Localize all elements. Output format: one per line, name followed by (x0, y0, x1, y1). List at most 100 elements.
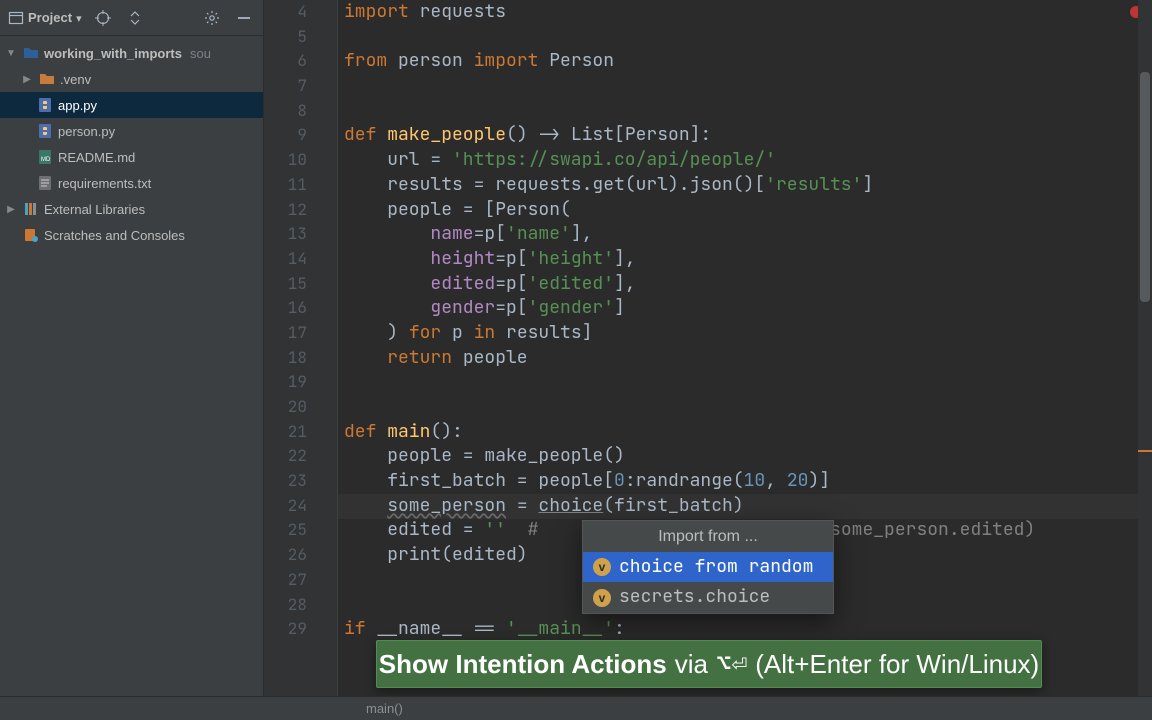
popup-item-label: choice from random (619, 555, 813, 580)
code-line[interactable]: def main(): (344, 420, 1138, 445)
code-line[interactable] (344, 370, 1138, 395)
line-number: 29 (264, 617, 337, 642)
line-number: 22 (264, 444, 337, 469)
chevron-right-icon: ▶ (4, 204, 18, 215)
hint-banner: Show Intention Actions via ⌥⏎ (Alt+Enter… (376, 640, 1042, 688)
project-root[interactable]: ▼ working_with_imports sou (0, 40, 263, 66)
code-line[interactable] (344, 74, 1138, 99)
popup-item-secrets-choice[interactable]: v secrets.choice (583, 582, 833, 613)
code-line[interactable]: first_batch = people[0:randrange(10, 20)… (344, 469, 1138, 494)
file-label: person.py (58, 124, 115, 139)
line-number: 14 (264, 247, 337, 272)
breadcrumb-bar[interactable]: main() (0, 696, 1152, 720)
variable-chip-icon: v (593, 558, 611, 576)
line-number: 25 (264, 518, 337, 543)
python-file-icon (36, 97, 54, 113)
code-line[interactable]: if __name__ == '__main__': (344, 617, 1138, 642)
line-number: 24 (264, 494, 337, 519)
code-line[interactable]: url = 'https://swapi.co/api/people/' (344, 148, 1138, 173)
line-number: 9 (264, 123, 337, 148)
code-editor[interactable]: 4567891011121314151617181920212223242526… (264, 0, 1152, 720)
code-line[interactable]: name=p['name'], (344, 222, 1138, 247)
line-number: 7 (264, 74, 337, 99)
banner-rest-suffix: (Alt+Enter for Win/Linux) (755, 652, 1039, 677)
code-line[interactable] (344, 25, 1138, 50)
chevron-right-icon: ▶ (20, 74, 34, 85)
line-number: 19 (264, 370, 337, 395)
line-number: 8 (264, 99, 337, 124)
file-label: app.py (58, 98, 97, 113)
code-line[interactable]: results = requests.get(url).json()['resu… (344, 173, 1138, 198)
popup-title: Import from ... (583, 521, 833, 552)
code-line[interactable]: gender=p['gender'] (344, 296, 1138, 321)
line-number: 4 (264, 0, 337, 25)
code-line[interactable]: from person import Person (344, 49, 1138, 74)
code-line[interactable]: def make_people() -> List[Person]: (344, 123, 1138, 148)
gear-icon[interactable] (201, 7, 223, 29)
file-label: README.md (58, 150, 135, 165)
banner-rest-prefix: via (675, 652, 708, 677)
line-number: 6 (264, 49, 337, 74)
marker-strip (1138, 0, 1152, 720)
code-line[interactable] (344, 99, 1138, 124)
code-line[interactable] (344, 395, 1138, 420)
folder-icon (22, 46, 40, 60)
line-number: 5 (264, 25, 337, 50)
variable-chip-icon: v (593, 589, 611, 607)
warning-marker-icon[interactable] (1138, 450, 1152, 452)
external-libs-icon (22, 202, 40, 216)
project-root-label: working_with_imports (44, 46, 182, 61)
line-number-gutter: 4567891011121314151617181920212223242526… (264, 0, 338, 720)
line-number: 17 (264, 321, 337, 346)
svg-text:MD: MD (41, 157, 51, 163)
file-readme-md[interactable]: MD README.md (0, 144, 263, 170)
code-line[interactable]: edited=p['edited'], (344, 272, 1138, 297)
locate-icon[interactable] (92, 7, 114, 29)
code-line[interactable]: return people (344, 346, 1138, 371)
line-number: 11 (264, 173, 337, 198)
banner-shortcut: ⌥⏎ (716, 652, 747, 677)
venv-folder[interactable]: ▶ .venv (0, 66, 263, 92)
expand-all-icon[interactable] (124, 7, 146, 29)
external-libraries[interactable]: ▶ External Libraries (0, 196, 263, 222)
line-number: 12 (264, 198, 337, 223)
code-line[interactable]: some_person = choice(first_batch) (344, 494, 1138, 519)
sidebar-header: Project ▾ (0, 0, 263, 36)
project-tree: ▼ working_with_imports sou ▶ .venv app.p… (0, 36, 263, 248)
chevron-down-icon: ▼ (4, 48, 18, 59)
file-requirements-txt[interactable]: requirements.txt (0, 170, 263, 196)
code-line[interactable]: people = [Person( (344, 198, 1138, 223)
venv-label: .venv (60, 72, 91, 87)
line-number: 20 (264, 395, 337, 420)
banner-action-name: Show Intention Actions (379, 652, 667, 677)
code-line[interactable]: import requests (344, 0, 1138, 25)
line-number: 16 (264, 296, 337, 321)
import-suggestions-popup: Import from ... v choice from random v s… (582, 520, 834, 614)
code-line[interactable]: ) for p in results] (344, 321, 1138, 346)
file-app-py[interactable]: app.py (0, 92, 263, 118)
line-number: 21 (264, 420, 337, 445)
file-person-py[interactable]: person.py (0, 118, 263, 144)
line-number: 26 (264, 543, 337, 568)
project-sidebar: Project ▾ ▼ working_wit (0, 0, 264, 720)
line-number: 10 (264, 148, 337, 173)
breadcrumb-text[interactable]: main() (366, 701, 403, 716)
code-line[interactable]: people = make_people() (344, 444, 1138, 469)
popup-item-label: secrets.choice (619, 585, 770, 610)
line-number: 18 (264, 346, 337, 371)
scratches-icon (22, 228, 40, 242)
file-label: requirements.txt (58, 176, 151, 191)
sidebar-title[interactable]: Project (28, 10, 72, 25)
code-line[interactable]: height=p['height'], (344, 247, 1138, 272)
line-number: 27 (264, 568, 337, 593)
text-file-icon (36, 175, 54, 191)
project-window-icon (8, 10, 24, 26)
external-libs-label: External Libraries (44, 202, 145, 217)
markdown-file-icon: MD (36, 149, 54, 165)
sidebar-title-dropdown-icon[interactable]: ▾ (76, 12, 82, 25)
hide-panel-icon[interactable] (233, 7, 255, 29)
folder-icon (38, 72, 56, 86)
python-file-icon (36, 123, 54, 139)
popup-item-choice-random[interactable]: v choice from random (583, 552, 833, 583)
scratches-and-consoles[interactable]: Scratches and Consoles (0, 222, 263, 248)
